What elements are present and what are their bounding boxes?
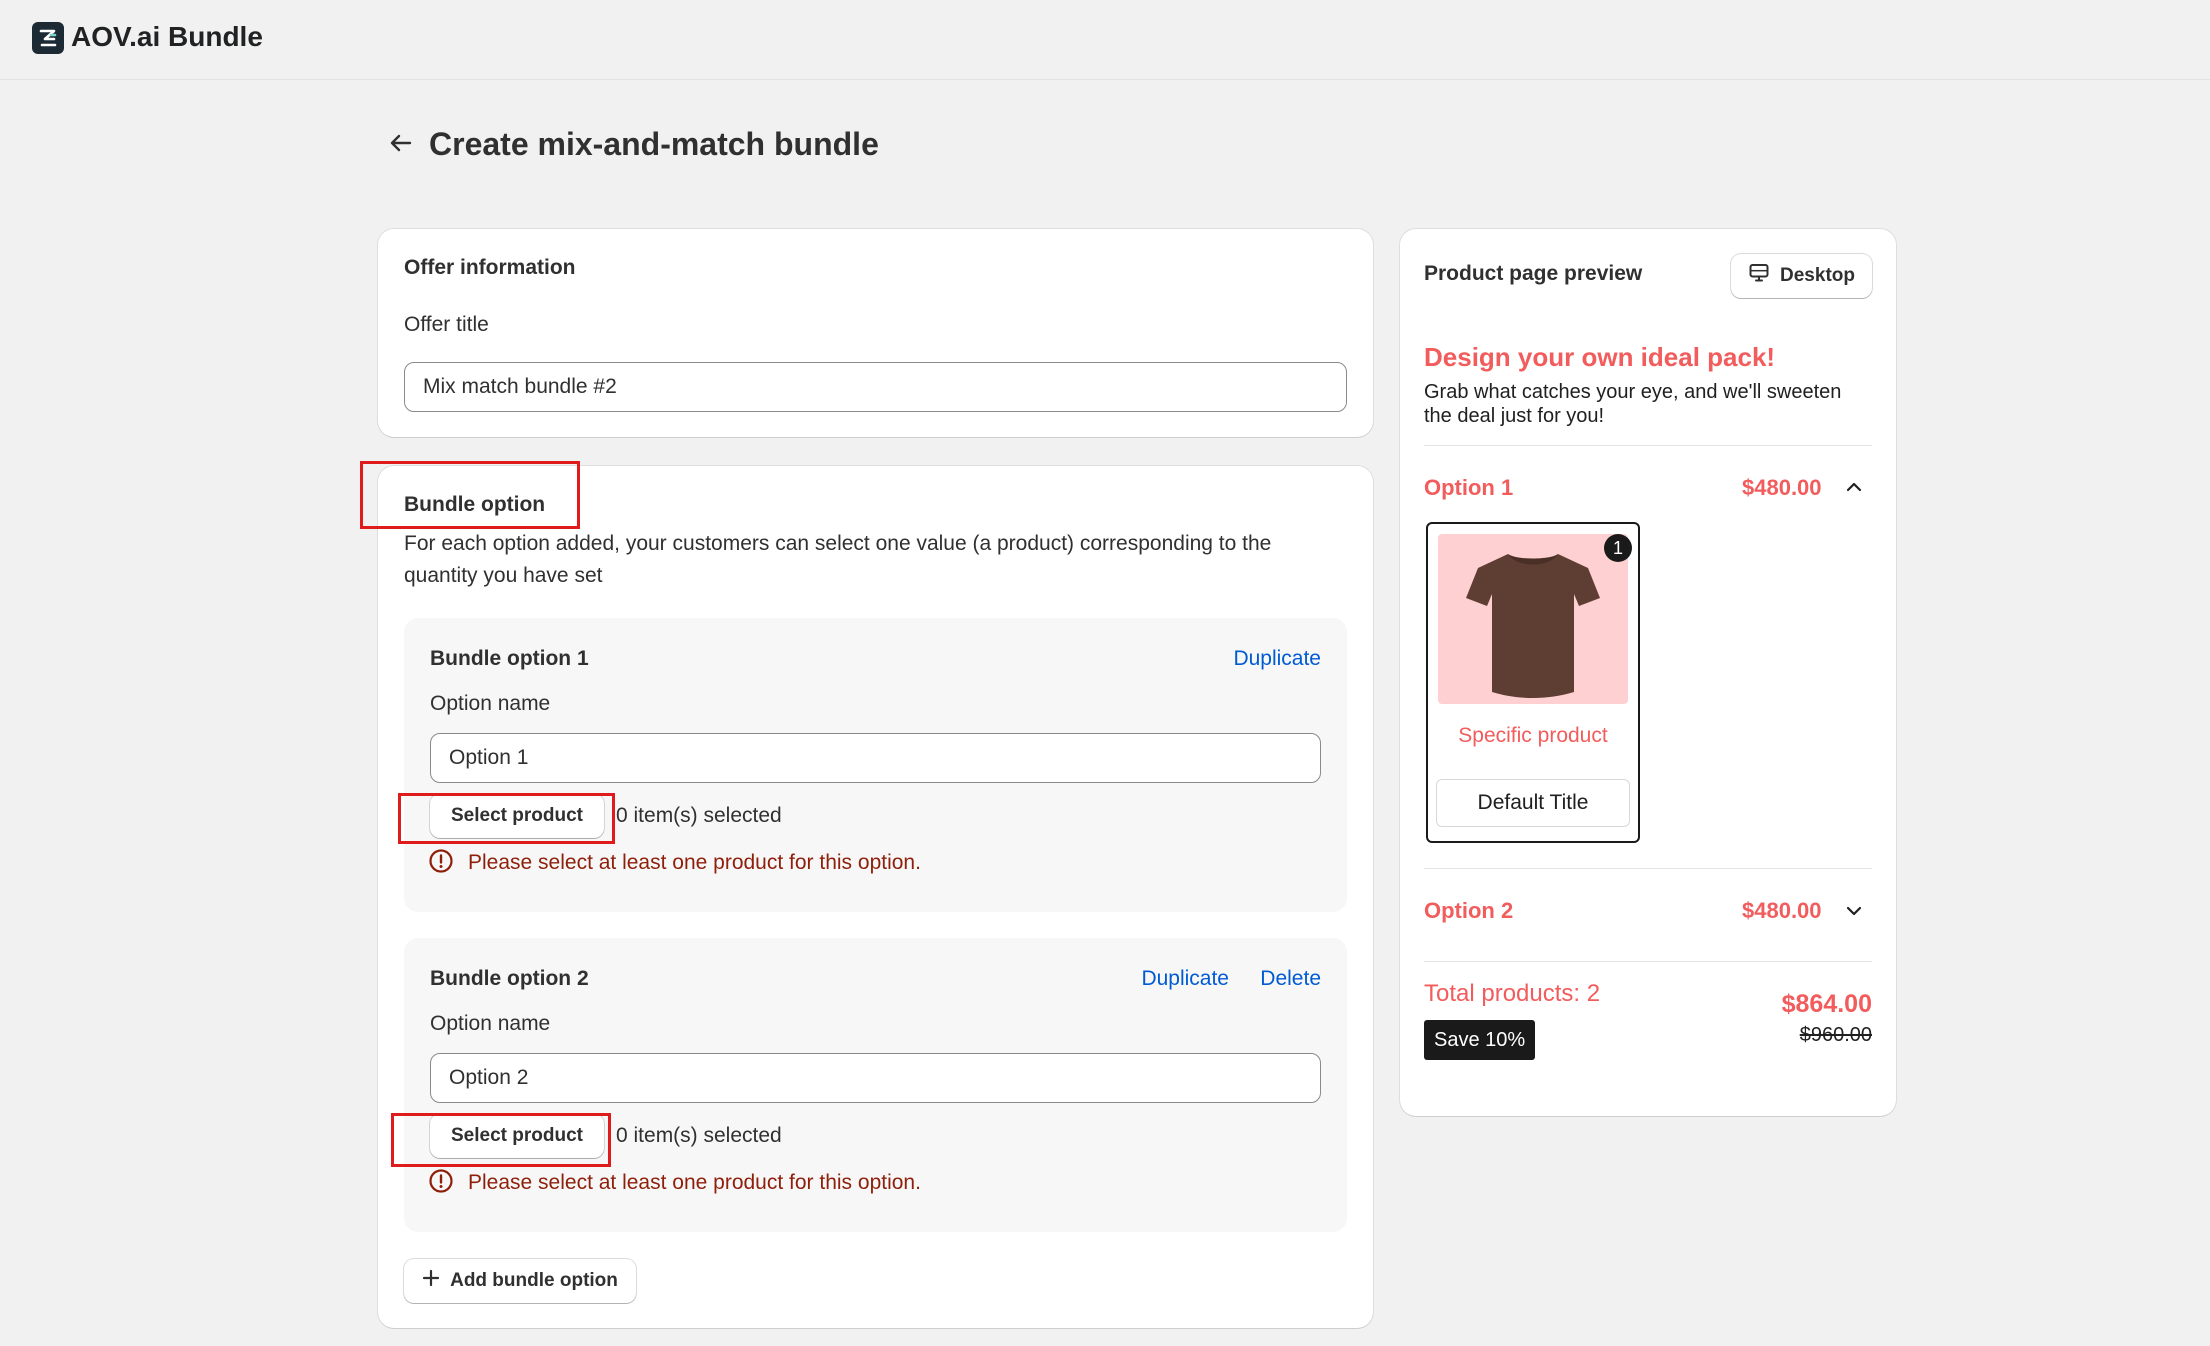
option-1-error-text: Please select at least one product for t… <box>468 851 921 874</box>
page-title: Create mix-and-match bundle <box>429 126 879 162</box>
back-arrow-icon[interactable] <box>386 128 416 158</box>
bundle-option-card: Bundle option For each option added, you… <box>378 466 1373 1328</box>
monitor-icon <box>1748 262 1770 290</box>
select-product-button-1[interactable]: Select product <box>430 794 604 838</box>
bundle-section-title: Bundle option <box>404 493 546 516</box>
select-product-button-2[interactable]: Select product <box>430 1114 604 1158</box>
divider <box>1424 445 1872 446</box>
preview-option-2-label[interactable]: Option 2 <box>1424 898 1513 924</box>
option-1-name-input[interactable]: Option 1 <box>430 733 1321 783</box>
plus-icon <box>422 1269 440 1293</box>
variant-select[interactable]: Default Title <box>1436 779 1630 827</box>
option-2-error: Please select at least one product for t… <box>428 1168 921 1199</box>
bundle-option-2: Bundle option 2 Duplicate Delete Option … <box>404 938 1347 1232</box>
option-2-error-text: Please select at least one product for t… <box>468 1171 921 1194</box>
tshirt-icon <box>1466 554 1600 698</box>
product-name: Specific product <box>1458 724 1608 747</box>
option-2-name-input[interactable]: Option 2 <box>430 1053 1321 1103</box>
top-bar: AOV.ai Bundle <box>0 0 2210 80</box>
app-logo-icon <box>32 22 64 54</box>
original-price: $960.00 <box>1799 1024 1872 1046</box>
option-1-name-label: Option name <box>430 692 551 715</box>
add-bundle-option-button[interactable]: Add bundle option <box>404 1259 636 1303</box>
bundle-option-2-heading: Bundle option 2 <box>430 967 589 990</box>
option-1-selected-count: 0 item(s) selected <box>616 804 782 827</box>
bundle-option-1: Bundle option 1 Duplicate Option name Op… <box>404 618 1347 912</box>
product-page-preview-card: Product page preview Desktop Design your… <box>1400 229 1896 1116</box>
option-1-error: Please select at least one product for t… <box>428 848 921 879</box>
product-image <box>1438 534 1628 704</box>
bundle-description: For each option added, your customers ca… <box>404 532 1272 587</box>
quantity-badge: 1 <box>1604 534 1632 562</box>
bundle-option-1-heading: Bundle option 1 <box>430 647 589 670</box>
preview-title: Product page preview <box>1424 262 1643 285</box>
duplicate-option-1-link[interactable]: Duplicate <box>1233 647 1321 671</box>
add-bundle-option-label: Add bundle option <box>450 1270 618 1291</box>
error-alert-icon <box>428 848 454 879</box>
total-products-label: Total products: 2 <box>1424 980 1601 1007</box>
offer-title-input[interactable]: Mix match bundle #2 <box>404 362 1347 412</box>
preview-subtext: Grab what catches your eye, and we'll sw… <box>1424 381 1842 427</box>
chevron-up-icon[interactable] <box>1843 476 1865 498</box>
divider <box>1424 868 1872 869</box>
duplicate-option-2-link[interactable]: Duplicate <box>1141 967 1229 991</box>
preview-headline: Design your own ideal pack! <box>1424 342 1776 372</box>
offer-title-label: Offer title <box>404 313 489 336</box>
preview-option-2-price: $480.00 <box>1742 898 1822 923</box>
preview-product-card[interactable]: 1 Specific product Default Title <box>1426 522 1640 843</box>
desktop-view-button[interactable]: Desktop <box>1731 254 1872 298</box>
offer-section-title: Offer information <box>404 256 576 279</box>
divider <box>1424 961 1872 962</box>
app-name: AOV.ai Bundle <box>71 21 263 52</box>
desktop-view-label: Desktop <box>1780 265 1855 286</box>
option-2-selected-count: 0 item(s) selected <box>616 1124 782 1147</box>
total-price: $864.00 <box>1781 990 1872 1018</box>
chevron-down-icon[interactable] <box>1843 900 1865 922</box>
preview-option-1-label[interactable]: Option 1 <box>1424 475 1513 501</box>
offer-information-card: Offer information Offer title Mix match … <box>378 229 1373 437</box>
preview-option-1-price: $480.00 <box>1742 475 1822 500</box>
delete-option-2-link[interactable]: Delete <box>1260 967 1321 991</box>
error-alert-icon <box>428 1168 454 1199</box>
save-badge: Save 10% <box>1424 1020 1536 1060</box>
option-2-name-label: Option name <box>430 1012 551 1035</box>
